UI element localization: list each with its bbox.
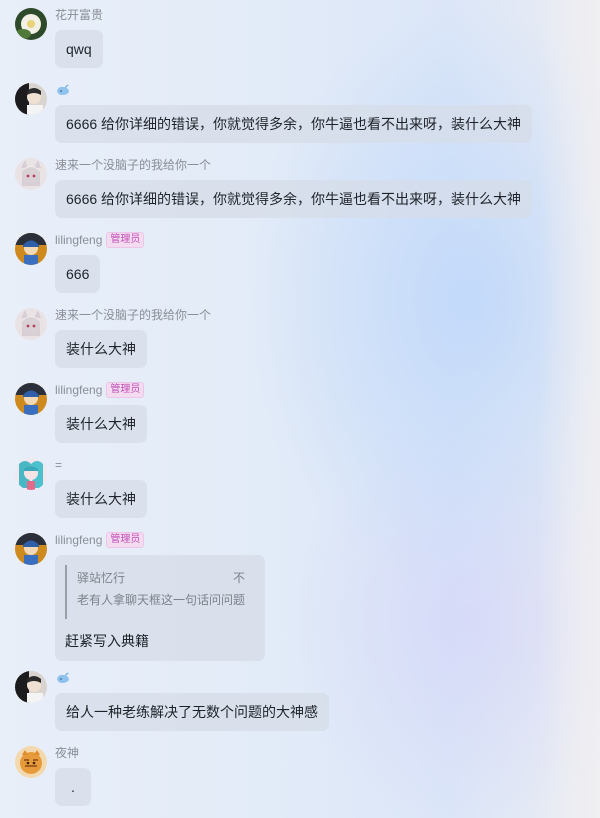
message-text: 6666 给你详细的错误，你就觉得多余，你牛逼也看不出来呀，装什么大神 bbox=[66, 116, 522, 132]
sender-name[interactable]: 花开富贵 bbox=[55, 6, 103, 23]
sender-name-row: 速来一个没脑子的我给你一个 bbox=[55, 306, 211, 323]
avatar[interactable] bbox=[15, 746, 47, 778]
sender-name[interactable]: lilingfeng bbox=[55, 383, 102, 397]
sender-name[interactable]: 速来一个没脑子的我给你一个 bbox=[55, 306, 211, 323]
sender-name[interactable]: = bbox=[55, 458, 62, 472]
message-bubble[interactable]: 6666 给你详细的错误，你就觉得多余，你牛逼也看不出来呀，装什么大神 bbox=[55, 105, 533, 143]
sender-name-row: 花开富贵 bbox=[55, 6, 103, 23]
message-text: qwq bbox=[66, 41, 92, 57]
sender-name[interactable]: 速来一个没脑子的我给你一个 bbox=[55, 156, 211, 173]
sender-name[interactable]: lilingfeng bbox=[55, 533, 102, 547]
message-bubble[interactable]: 给人一种老练解决了无数个问题的大神感 bbox=[55, 693, 329, 731]
message-bubble[interactable]: 6666 给你详细的错误，你就觉得多余，你牛逼也看不出来呀，装什么大神 bbox=[55, 180, 533, 218]
avatar[interactable] bbox=[15, 8, 47, 40]
message-text: 6666 给你详细的错误，你就觉得多余，你牛逼也看不出来呀，装什么大神 bbox=[66, 191, 522, 207]
message-bubble[interactable]: . bbox=[55, 768, 91, 806]
sender-name-row: 夜神 bbox=[55, 744, 79, 761]
sender-name[interactable]: lilingfeng bbox=[55, 233, 102, 247]
admin-badge: 管理员 bbox=[106, 381, 145, 398]
sender-name-row: 速来一个没脑子的我给你一个 bbox=[55, 156, 211, 173]
sender-name-row: lilingfeng 管理员 bbox=[55, 231, 145, 248]
quote-text: 老有人拿聊天框这一句话问问题 bbox=[77, 593, 246, 607]
avatar[interactable] bbox=[15, 233, 47, 265]
avatar[interactable] bbox=[15, 458, 47, 490]
avatar[interactable] bbox=[15, 308, 47, 340]
sender-name-row bbox=[55, 669, 75, 686]
avatar[interactable] bbox=[15, 383, 47, 415]
sender-name[interactable]: 夜神 bbox=[55, 744, 79, 761]
avatar[interactable] bbox=[15, 533, 47, 565]
message-text: 装什么大神 bbox=[66, 341, 136, 357]
sender-name-row: lilingfeng 管理员 bbox=[55, 531, 145, 548]
avatar[interactable] bbox=[15, 671, 47, 703]
whale-emoji-icon bbox=[57, 672, 69, 683]
sender-name-row: lilingfeng 管理员 bbox=[55, 381, 145, 398]
message-bubble[interactable]: 装什么大神 bbox=[55, 405, 147, 443]
quoted-message[interactable]: 驿站忆行 不 老有人拿聊天框这一句话问问题 bbox=[65, 565, 245, 619]
message-text: 装什么大神 bbox=[66, 491, 136, 507]
sender-name-row bbox=[55, 81, 75, 98]
whale-emoji-icon bbox=[57, 84, 69, 95]
sender-name-row: = bbox=[55, 456, 62, 473]
message-text: 666 bbox=[66, 266, 90, 282]
message-bubble[interactable]: 装什么大神 bbox=[55, 480, 147, 518]
quote-truncated-text: 不 bbox=[232, 571, 245, 585]
message-bubble[interactable]: 666 bbox=[55, 255, 101, 293]
message-text: 装什么大神 bbox=[66, 416, 136, 432]
message-bubble[interactable]: 装什么大神 bbox=[55, 330, 147, 368]
admin-badge: 管理员 bbox=[106, 231, 145, 248]
message-text: . bbox=[71, 779, 75, 795]
avatar[interactable] bbox=[15, 83, 47, 115]
chat-message-list: 花开富贵 qwq 6666 给你详细的错误，你就觉得多余，你牛逼也看不出来呀，装… bbox=[0, 0, 600, 818]
avatar[interactable] bbox=[15, 158, 47, 190]
message-text: 给人一种老练解决了无数个问题的大神感 bbox=[66, 704, 318, 720]
message-text: 赶紧写入典籍 bbox=[65, 633, 149, 649]
admin-badge: 管理员 bbox=[106, 531, 145, 548]
message-bubble[interactable]: qwq bbox=[55, 30, 103, 68]
message-bubble[interactable]: 驿站忆行 不 老有人拿聊天框这一句话问问题 赶紧写入典籍 bbox=[55, 555, 265, 661]
quote-author: 驿站忆行 bbox=[77, 571, 126, 585]
